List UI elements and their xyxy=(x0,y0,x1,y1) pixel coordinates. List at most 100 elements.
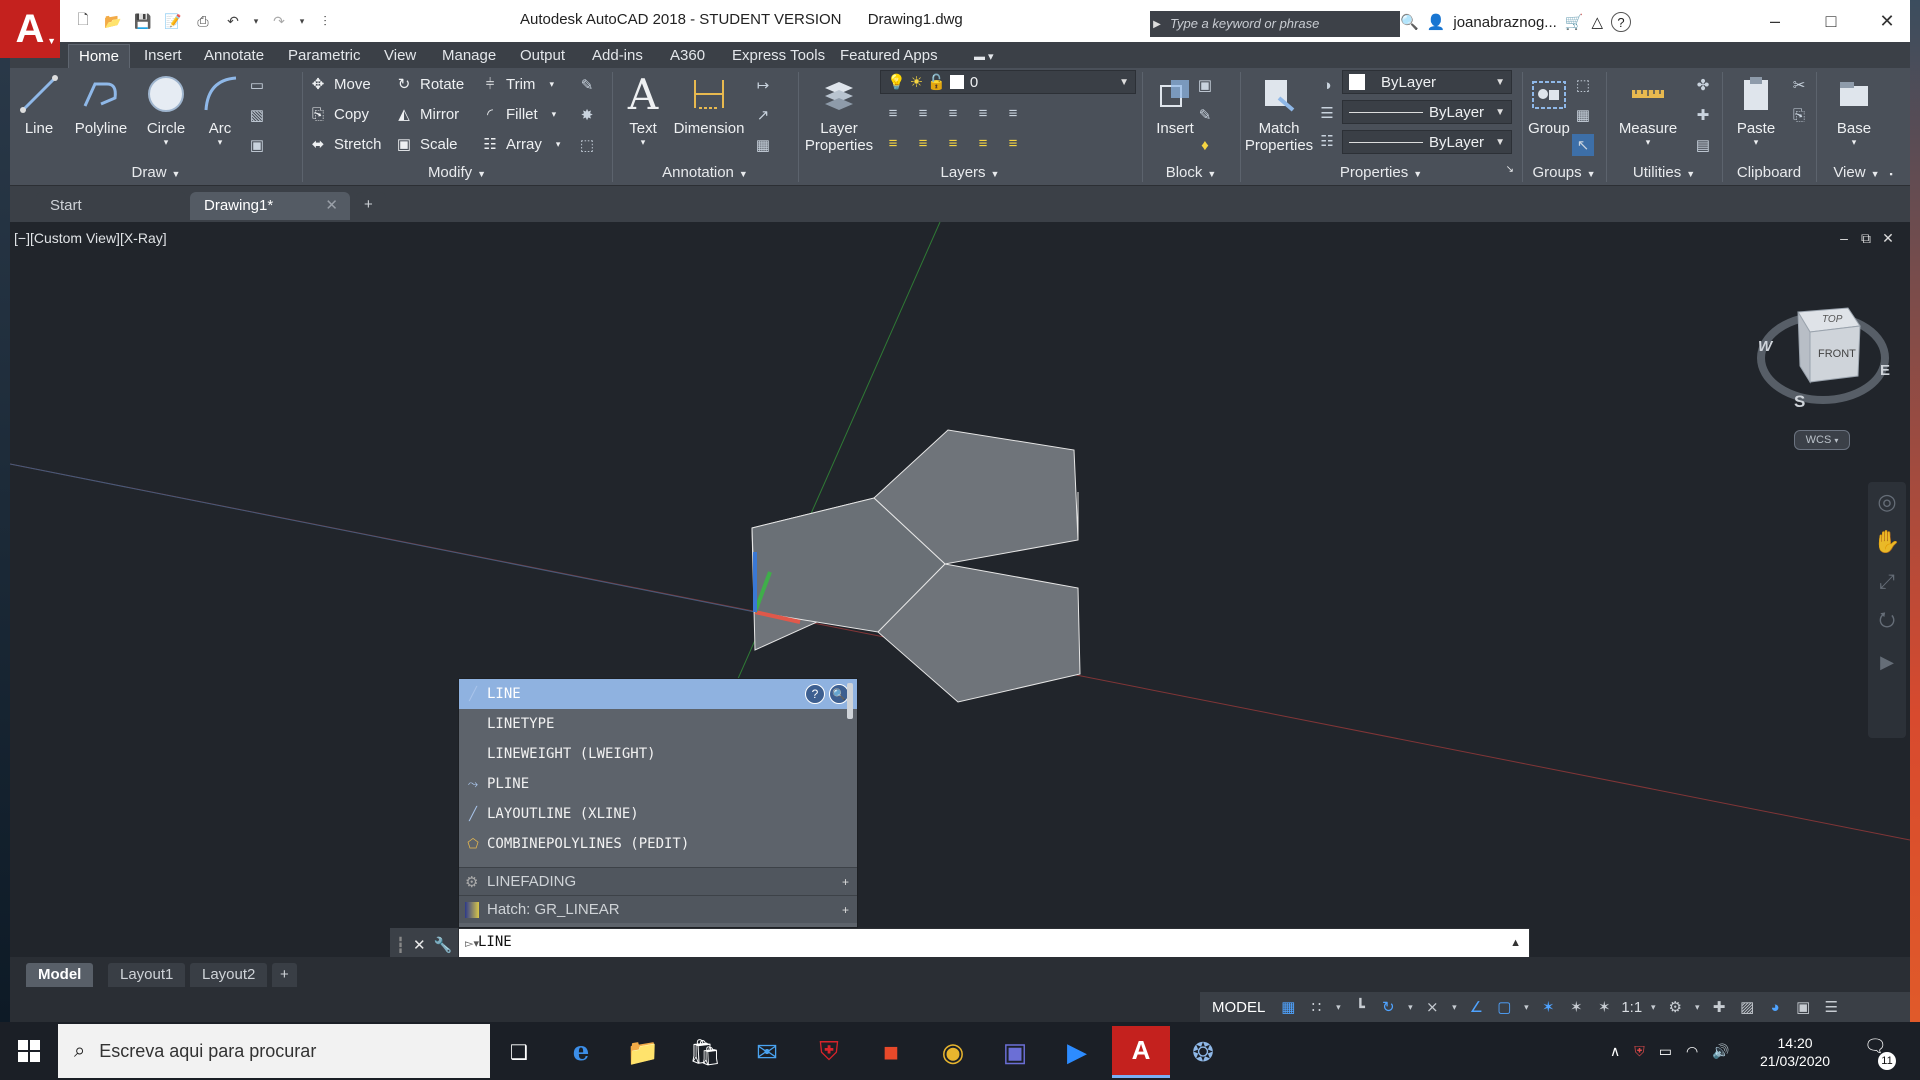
tray-expand-icon[interactable]: ∧ xyxy=(1610,1043,1620,1060)
file-explorer-icon[interactable]: 📁 xyxy=(614,1026,672,1078)
panel-title-utilities[interactable]: Utilities ▼ xyxy=(1606,164,1722,186)
chrome-icon[interactable]: ◉ xyxy=(924,1026,982,1078)
circle-dropdown-icon[interactable]: ▾ xyxy=(138,137,194,148)
close-icon[interactable]: ✕ xyxy=(1860,6,1914,36)
panel-title-view[interactable]: View ▼ ▪ xyxy=(1816,164,1910,186)
table-icon[interactable]: ▦ xyxy=(752,134,774,156)
task-view-icon[interactable]: ❑ xyxy=(490,1026,548,1078)
undo-dropdown-icon[interactable]: ▾ xyxy=(250,10,262,32)
compass-east[interactable]: E xyxy=(1880,362,1890,379)
autocomplete-item[interactable]: ⤳ PLINE xyxy=(459,769,857,799)
group-button[interactable]: Group xyxy=(1524,72,1574,137)
layer-tool-8-icon[interactable]: ≡ xyxy=(942,132,964,154)
panel-title-properties[interactable]: Properties ▼ ↘ xyxy=(1240,164,1522,186)
mcafee-icon[interactable]: ⛨ xyxy=(800,1026,858,1078)
paint-icon[interactable]: ❂ xyxy=(1174,1026,1232,1078)
autocomplete-system-variable[interactable]: ⚙ LINEFADING + xyxy=(459,867,857,895)
command-prompt-icon[interactable]: ▻▾ xyxy=(465,937,479,950)
explode-icon[interactable]: ✸ xyxy=(576,104,598,126)
autocomplete-item[interactable]: LINEWEIGHT (LWEIGHT) xyxy=(459,739,857,769)
autocomplete-hatch-pattern[interactable]: Hatch: GR_LINEAR + xyxy=(459,895,857,923)
hatch-icon[interactable]: ▧ xyxy=(246,104,268,126)
base-dropdown-icon[interactable]: ▾ xyxy=(1824,137,1884,148)
array-dropdown-icon[interactable]: ▾ xyxy=(556,139,561,150)
annotation-scale-value[interactable]: 1:1 xyxy=(1621,999,1642,1016)
customization-menu-icon[interactable]: ☰ xyxy=(1820,996,1842,1018)
new-file-icon[interactable]: 🗋 xyxy=(70,10,96,32)
layer-tool-7-icon[interactable]: ≡ xyxy=(912,132,934,154)
dimension-button[interactable]: Dimension xyxy=(668,72,750,137)
annotation-visibility-icon[interactable]: ✶ xyxy=(1537,996,1559,1018)
array-button[interactable]: ☷ Array ▾ xyxy=(480,132,560,156)
autocomplete-item[interactable]: ⬠ COMBINEPOLYLINES (PEDIT) xyxy=(459,829,857,859)
viewport-close-icon[interactable]: ✕ xyxy=(1878,230,1898,247)
annotation-scale-icon[interactable]: ✶ xyxy=(1593,996,1615,1018)
zoom-icon[interactable]: ▶ xyxy=(1048,1026,1106,1078)
layer-tool-3-icon[interactable]: ≡ xyxy=(942,102,964,124)
autocomplete-scrollbar[interactable] xyxy=(847,683,853,719)
volume-icon[interactable]: 🔊 xyxy=(1712,1043,1729,1060)
panel-title-clipboard[interactable]: Clipboard xyxy=(1722,164,1816,186)
tab-home[interactable]: Home xyxy=(68,44,131,68)
command-history-icon[interactable]: ▲ xyxy=(1510,937,1521,949)
edit-block-icon[interactable]: ✎ xyxy=(1194,104,1216,126)
user-icon[interactable]: 👤 xyxy=(1427,13,1446,31)
linetype-dropdown[interactable]: ByLayer ▼ xyxy=(1342,100,1512,124)
tab-a360[interactable]: A360 xyxy=(660,44,715,68)
binoculars-icon[interactable]: 🔍 xyxy=(1400,13,1419,31)
circle-button[interactable]: Circle ▾ xyxy=(138,72,194,148)
object-snap-tracking-icon[interactable]: ∠ xyxy=(1465,996,1487,1018)
new-layout-button[interactable]: + xyxy=(272,963,297,987)
tab-annotate[interactable]: Annotate xyxy=(194,44,274,68)
object-snap-dropdown-icon[interactable]: ▾ xyxy=(1521,996,1531,1018)
tab-featured-apps[interactable]: Featured Apps xyxy=(830,44,948,68)
paste-dropdown-icon[interactable]: ▾ xyxy=(1726,137,1786,148)
layer-tool-1-icon[interactable]: ≡ xyxy=(882,102,904,124)
autocomplete-item[interactable]: ╱ LINE ? 🔍 xyxy=(459,679,857,709)
object-snap-icon[interactable]: ▢ xyxy=(1493,996,1515,1018)
isodraft-dropdown-icon[interactable]: ▾ xyxy=(1449,996,1459,1018)
layer-tool-6-icon[interactable]: ≡ xyxy=(882,132,904,154)
copy-button[interactable]: ⎘ Copy xyxy=(308,102,369,126)
create-block-icon[interactable]: ▣ xyxy=(1194,74,1216,96)
print-icon[interactable]: ⎙ xyxy=(190,10,216,32)
layer-tool-2-icon[interactable]: ≡ xyxy=(912,102,934,124)
tab-output[interactable]: Output xyxy=(510,44,575,68)
redo-icon[interactable]: ↷ xyxy=(266,10,292,32)
drawing-viewport[interactable]: [−][Custom View][X-Ray] – ⧉ ✕ xyxy=(10,222,1910,957)
autocomplete-item[interactable]: LINETYPE xyxy=(459,709,857,739)
help-icon[interactable]: ? xyxy=(1611,12,1632,32)
taskbar-clock[interactable]: 14:20 21/03/2020 xyxy=(1760,1034,1830,1070)
panel-title-block[interactable]: Block ▼ xyxy=(1142,164,1240,186)
polyline-button[interactable]: Polyline xyxy=(66,72,136,137)
group-edit-icon[interactable]: ▦ xyxy=(1572,104,1594,126)
layer-tool-9-icon[interactable]: ≡ xyxy=(972,132,994,154)
panel-title-layers[interactable]: Layers ▼ xyxy=(798,164,1142,186)
ortho-icon[interactable]: ┗ xyxy=(1349,996,1371,1018)
line-button[interactable]: Line xyxy=(16,72,62,137)
expand-icon[interactable]: + xyxy=(842,903,849,917)
edge-icon[interactable]: e xyxy=(552,1026,610,1078)
ungroup-icon[interactable]: ⬚ xyxy=(1572,74,1594,96)
battery-icon[interactable]: ▭ xyxy=(1659,1043,1672,1060)
windows-start-icon[interactable] xyxy=(0,1022,58,1080)
trim-dropdown-icon[interactable]: ▾ xyxy=(549,79,554,90)
model-space-toggle[interactable]: MODEL xyxy=(1206,999,1271,1016)
compass-west[interactable]: W xyxy=(1758,338,1772,355)
group-selection-icon[interactable]: ↖ xyxy=(1572,134,1594,156)
auto-scale-icon[interactable]: ✶ xyxy=(1565,996,1587,1018)
tab-manage[interactable]: Manage xyxy=(432,44,506,68)
close-tab-icon[interactable]: ✕ xyxy=(325,196,338,214)
zoom-extents-icon[interactable]: ⤢ xyxy=(1868,562,1906,602)
fillet-button[interactable]: ◜ Fillet ▾ xyxy=(480,102,556,126)
steering-wheel-icon[interactable]: ◎ xyxy=(1868,482,1906,522)
compass-south[interactable]: S xyxy=(1794,392,1805,412)
search-input[interactable]: Type a keyword or phrase xyxy=(1162,11,1400,37)
redo-dropdown-icon[interactable]: ▾ xyxy=(296,10,308,32)
properties-launcher-icon[interactable]: ↘ xyxy=(1506,164,1514,175)
layer-properties-button[interactable]: Layer Properties xyxy=(804,72,874,154)
rotate-button[interactable]: ↻ Rotate xyxy=(394,72,465,96)
copy-clip-icon[interactable]: ⎘ xyxy=(1788,104,1810,126)
viewcube-top[interactable]: TOP xyxy=(1822,314,1842,325)
user-name[interactable]: joanabraznog... xyxy=(1453,14,1556,31)
